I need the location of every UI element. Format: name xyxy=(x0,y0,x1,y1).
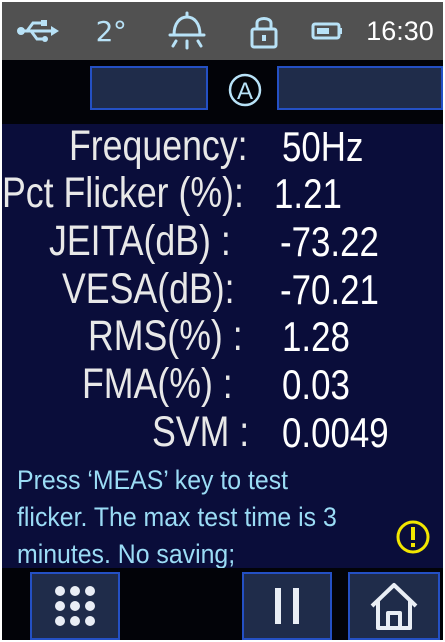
home-icon xyxy=(370,583,418,630)
usb-icon xyxy=(12,2,62,60)
device-screen: 2° 16:30 A Frequency: 50Hz Pct Flicker (… xyxy=(2,2,443,640)
instruction-line: Press ‘MEAS’ key to test xyxy=(17,465,289,495)
pause-icon xyxy=(275,588,299,624)
frequency-value: 50Hz xyxy=(282,123,364,170)
status-bar: 2° 16:30 xyxy=(2,2,443,60)
battery-icon xyxy=(310,2,344,60)
warning-icon[interactable] xyxy=(395,519,431,555)
vesa-value: -70.21 xyxy=(280,266,379,313)
lock-icon xyxy=(246,2,282,60)
clock-time: 16:30 xyxy=(366,15,434,46)
temperature-readout: 2° xyxy=(95,14,127,48)
home-button[interactable] xyxy=(348,572,440,640)
bottom-bar xyxy=(2,568,443,640)
auto-mode-icon: A xyxy=(227,72,263,108)
fma-label: FMA(%) : xyxy=(82,360,233,408)
frequency-label: Frequency: xyxy=(69,122,248,170)
menu-button[interactable] xyxy=(30,572,120,640)
alarm-bell-icon xyxy=(164,2,210,60)
fma-value: 0.03 xyxy=(282,361,350,408)
pause-button[interactable] xyxy=(242,572,332,640)
instruction-text: Press ‘MEAS’ key to test flicker. The ma… xyxy=(17,462,397,573)
rms-label: RMS(%) : xyxy=(88,312,243,360)
rms-value: 1.28 xyxy=(282,313,350,360)
top-bar: A xyxy=(2,60,443,124)
jeita-label: JEITA(dB) : xyxy=(49,217,231,265)
right-softkey-button[interactable] xyxy=(277,66,443,110)
left-softkey-button[interactable] xyxy=(90,66,208,110)
svm-value: 0.0049 xyxy=(282,409,389,456)
pct-flicker-label: Pct Flicker (%): xyxy=(2,169,244,217)
auto-mode-letter: A xyxy=(237,78,253,105)
instruction-line: flicker. The max test time is 3 xyxy=(17,502,337,532)
svm-label: SVM : xyxy=(152,408,250,456)
pct-flicker-value: 1.21 xyxy=(274,170,342,217)
menu-grid-icon xyxy=(55,586,95,626)
jeita-value: -73.22 xyxy=(280,218,379,265)
vesa-label: VESA(dB): xyxy=(62,265,235,313)
